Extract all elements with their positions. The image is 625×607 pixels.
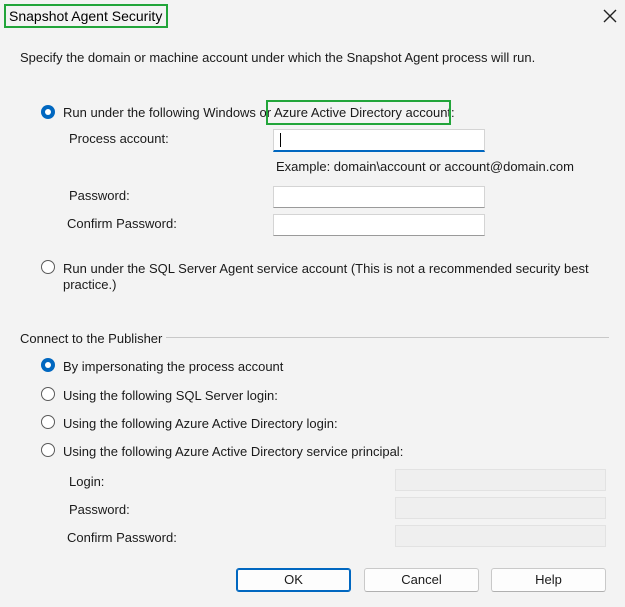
- windows-account-label-text: Run under the following Windows or: [63, 105, 275, 120]
- publisher-password-label: Password:: [69, 502, 130, 517]
- sql-agent-account-label-line1[interactable]: Run under the SQL Server Agent service a…: [63, 261, 589, 276]
- sql-login-radio[interactable]: [41, 387, 55, 401]
- aad-login-radio[interactable]: [41, 415, 55, 429]
- sql-agent-account-radio[interactable]: [41, 260, 55, 274]
- group-divider: [166, 337, 609, 338]
- ok-button[interactable]: OK: [236, 568, 351, 592]
- publisher-password-input[interactable]: [395, 497, 606, 519]
- confirm-password-input[interactable]: [273, 214, 485, 236]
- publisher-confirm-password-label: Confirm Password:: [67, 530, 177, 545]
- sql-login-label[interactable]: Using the following SQL Server login:: [63, 388, 278, 403]
- impersonate-radio[interactable]: [41, 358, 55, 372]
- windows-account-radio[interactable]: [41, 105, 55, 119]
- publisher-login-input[interactable]: [395, 469, 606, 491]
- publisher-confirm-password-input[interactable]: [395, 525, 606, 547]
- password-label: Password:: [69, 188, 130, 203]
- help-button[interactable]: Help: [491, 568, 606, 592]
- process-account-input[interactable]: [273, 129, 485, 152]
- process-account-label: Process account:: [69, 131, 169, 146]
- password-input[interactable]: [273, 186, 485, 208]
- title-bar: Snapshot Agent Security: [0, 0, 625, 34]
- sql-agent-account-label-line2[interactable]: practice.): [63, 277, 116, 292]
- publisher-group-label: Connect to the Publisher: [20, 331, 163, 346]
- example-text: Example: domain\account or account@domai…: [276, 159, 574, 174]
- aad-login-label[interactable]: Using the following Azure Active Directo…: [63, 416, 338, 431]
- confirm-password-label: Confirm Password:: [67, 216, 177, 231]
- window-title: Snapshot Agent Security: [9, 8, 163, 24]
- cancel-button[interactable]: Cancel: [364, 568, 479, 592]
- impersonate-label[interactable]: By impersonating the process account: [63, 359, 283, 374]
- aad-service-principal-label[interactable]: Using the following Azure Active Directo…: [63, 444, 403, 459]
- description-text: Specify the domain or machine account un…: [20, 50, 536, 65]
- text-caret: [280, 133, 281, 147]
- aad-highlight-box: [266, 100, 451, 125]
- aad-service-principal-radio[interactable]: [41, 443, 55, 457]
- publisher-login-label: Login:: [69, 474, 105, 489]
- close-icon[interactable]: [600, 6, 620, 26]
